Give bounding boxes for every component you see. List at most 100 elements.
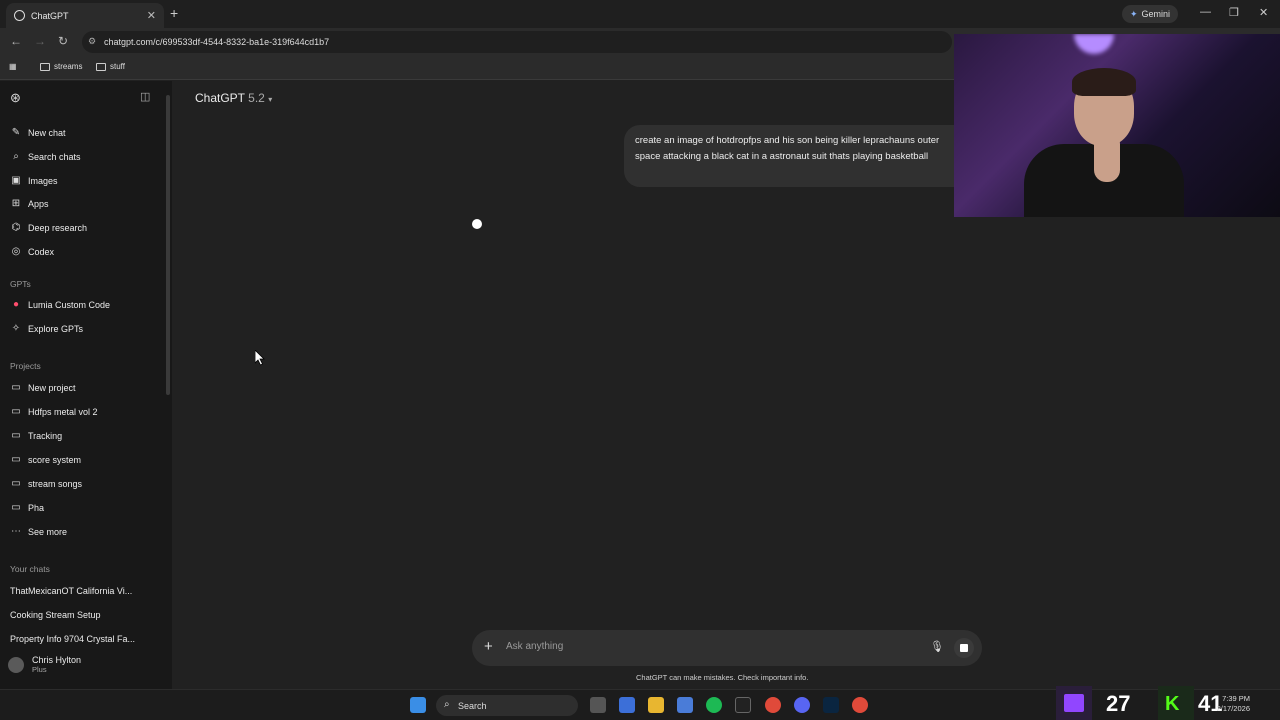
sidebar-item-label: New project [28,382,76,393]
browser-tab-bar: ChatGPT ✕ + ✦ Gemini — ❐ ✕ [0,0,1280,28]
folder-icon: ▭ [11,430,21,441]
back-icon[interactable]: ← [10,34,22,48]
chrome-active-icon[interactable] [852,697,868,713]
discord-icon[interactable] [794,697,810,713]
sidebar-item-label: Explore GPTs [28,323,84,334]
composer-input[interactable]: Ask anything [506,641,563,652]
sidebar-item-project[interactable]: ▭ stream songs [10,478,82,489]
taskbar-search[interactable]: ⌕ Search [436,695,578,716]
file-explorer-icon[interactable] [648,697,664,713]
task-view-icon[interactable] [590,697,606,713]
apps-grid-icon[interactable]: ▦ [9,62,17,71]
sidebar-item-images[interactable]: ▣ Images [10,175,57,186]
clock-date: 2/17/2026 [1216,704,1250,713]
user-plan: Plus [32,665,47,674]
folder-icon: ▭ [11,478,21,489]
system-clock[interactable]: 7:39 PM 2/17/2026 [1208,694,1250,714]
toggle-sidebar-icon[interactable]: ◫ [140,90,150,103]
user-message-bubble: create an image of hotdropfps and his so… [624,125,964,187]
stop-generating-button[interactable] [954,638,974,658]
user-message-text: create an image of hotdropfps and his so… [635,135,940,162]
disclaimer-text: ChatGPT can make mistakes. Check importa… [636,673,809,682]
streamer-hair [1072,68,1136,96]
chatgpt-logo-icon[interactable]: ⊛ [10,90,21,106]
new-folder-icon: ▭ [11,382,21,393]
spotify-icon[interactable] [706,697,722,713]
sidebar-item-label: Pha [28,502,45,513]
user-profile[interactable]: Chris Hylton Plus [8,655,81,674]
microphone-icon[interactable]: 🎙 [930,640,944,653]
url-text: chatgpt.com/c/699533df-4544-8332-ba1e-31… [104,37,330,47]
restore-icon[interactable]: ❐ [1229,6,1239,19]
gemini-label: Gemini [1141,9,1171,19]
copilot-icon[interactable] [619,697,635,713]
add-attachment-icon[interactable]: + [484,638,493,655]
url-field[interactable]: ⚙ chatgpt.com/c/699533df-4544-8332-ba1e-… [82,31,952,53]
folder-icon: ▭ [11,454,21,465]
image-icon: ▣ [11,175,21,186]
sidebar-item-codex[interactable]: ◎ Codex [10,246,54,257]
sidebar-item-label: Apps [28,198,49,209]
reload-icon[interactable]: ↻ [58,34,68,48]
chat-list-item[interactable]: ThatMexicanOT California Vi... [10,586,132,596]
site-info-icon[interactable]: ⚙ [88,36,96,47]
sidebar-item-search-chats[interactable]: ⌕ Search chats [10,151,80,162]
folder-icon: ▭ [11,502,21,513]
hudfx-icon[interactable] [735,697,751,713]
folder-icon [96,62,106,71]
bookmark-label: stuff [110,62,125,71]
webcam-overlay [954,34,1280,217]
gpts-header: GPTs [10,279,31,289]
sidebar-item-project[interactable]: ▭ Hdfps metal vol 2 [10,406,97,417]
gemini-sparkle-icon: ✦ [1130,8,1138,19]
sidebar-item-apps[interactable]: ⊞ Apps [10,198,49,209]
sidebar-item-lumia[interactable]: ● Lumia Custom Code [10,299,110,310]
sidebar-item-deep-research[interactable]: ⌬ Deep research [10,222,87,233]
gemini-button[interactable]: ✦ Gemini [1122,5,1179,23]
search-icon: ⌕ [13,151,19,162]
projects-header: Projects [10,361,41,371]
composer[interactable]: + Ask anything 🎙 [472,630,982,666]
streamer-hands [1094,132,1120,182]
bookmark-folder-stuff[interactable]: stuff [96,62,125,71]
chat-list-item[interactable]: Property Info 9704 Crystal Fa... [10,634,135,644]
bookmark-folder-streams[interactable]: streams [40,62,82,71]
sidebar: ⊛ ◫ ✎ New chat ⌕ Search chats ▣ Images ⊞… [0,81,172,689]
user-name: Chris Hylton [32,655,82,665]
chrome-icon[interactable] [765,697,781,713]
browser-tab[interactable]: ChatGPT ✕ [6,3,164,28]
chevron-down-icon: ▾ [268,95,273,104]
sidebar-see-more[interactable]: ⋯ See more [10,526,67,537]
twitch-icon [1064,694,1084,712]
close-tab-icon[interactable]: ✕ [147,9,156,22]
sidebar-item-label: New chat [28,127,66,138]
minimize-icon[interactable]: — [1200,6,1211,18]
photoshop-icon[interactable] [823,697,839,713]
twitch-viewer-count: 27 [1106,691,1131,716]
kick-viewer-widget: K [1158,686,1194,720]
notepad-icon[interactable] [677,697,693,713]
sidebar-item-project[interactable]: ▭ Tracking [10,430,62,441]
chat-list-item[interactable]: Cooking Stream Setup [10,610,101,620]
explore-icon: ✧ [11,323,21,334]
model-selector[interactable]: ChatGPT 5.2 ▾ [195,91,272,105]
twitch-viewer-widget [1056,686,1092,720]
close-window-icon[interactable]: ✕ [1259,6,1268,19]
sidebar-item-label: Lumia Custom Code [28,299,111,310]
sidebar-item-label: Codex [28,246,55,257]
sidebar-item-project[interactable]: ▭ Pha [10,502,44,513]
sidebar-scrollbar[interactable] [166,95,170,395]
forward-icon[interactable]: → [34,34,46,48]
new-tab-icon[interactable]: + [170,5,178,21]
codex-icon: ◎ [11,246,21,257]
edit-icon: ✎ [11,127,21,138]
sidebar-item-new-chat[interactable]: ✎ New chat [10,127,66,138]
sidebar-item-label: Deep research [28,222,88,233]
sidebar-item-new-project[interactable]: ▭ New project [10,382,76,393]
folder-icon [40,62,50,71]
windows-start-icon[interactable] [410,697,426,713]
kick-icon: K [1165,693,1180,715]
sidebar-item-project[interactable]: ▭ score system [10,454,81,465]
folder-icon: ▭ [11,406,21,417]
sidebar-item-explore-gpts[interactable]: ✧ Explore GPTs [10,323,83,334]
